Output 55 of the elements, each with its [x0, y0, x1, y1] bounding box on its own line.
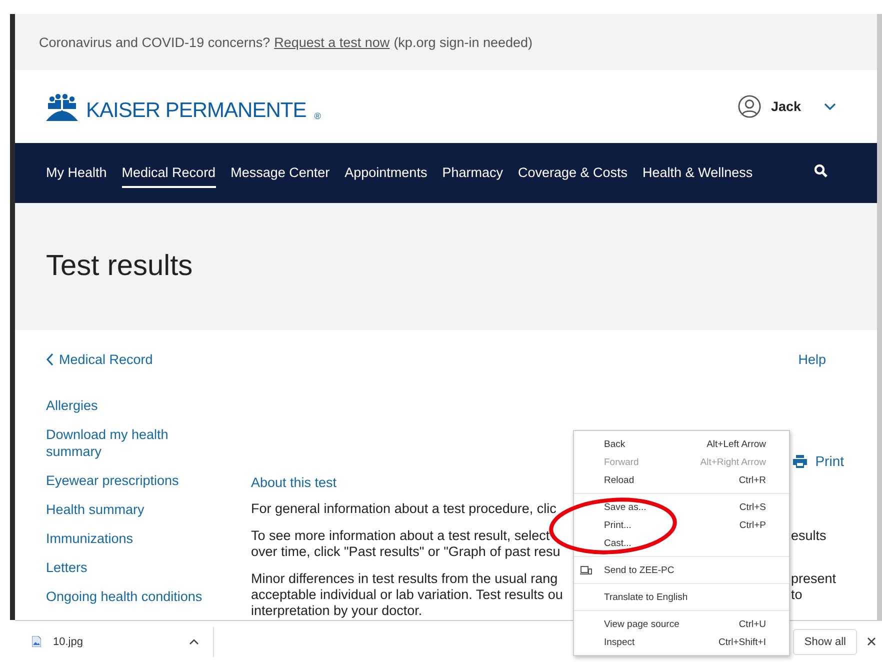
body-text: Minor differences in test results from the usual rang	[251, 571, 559, 587]
body-text: over time, click "Past results" or "Graph of past resu	[251, 544, 562, 560]
close-icon[interactable]	[867, 637, 876, 646]
body-text: present	[791, 571, 838, 587]
file-name: 10.jpg	[53, 636, 84, 648]
registered-mark: ®	[314, 110, 321, 120]
image-file-icon	[32, 636, 41, 647]
menu-item[interactable]: Translate to English	[574, 588, 789, 606]
sidebar-link[interactable]: Ongoing health conditions	[46, 588, 206, 605]
menu-item[interactable]: Reload Ctrl+R	[574, 471, 789, 489]
sidebar-link[interactable]: Letters	[46, 559, 206, 576]
caret-up-icon[interactable]	[189, 638, 199, 644]
menu-item[interactable]: Back Alt+Left Arrow	[574, 435, 789, 453]
chevron-down-icon[interactable]	[823, 102, 837, 112]
nav-tab[interactable]: Message Center	[230, 158, 330, 188]
menu-item[interactable]: Cast...	[574, 534, 789, 552]
menu-item[interactable]: Save as... Ctrl+S	[574, 498, 789, 516]
menu-item[interactable]: Inspect Ctrl+Shift+I	[574, 633, 789, 651]
logo-text: KAISER PERMANENTE	[86, 100, 306, 120]
banner-note: (kp.org sign-in needed)	[394, 34, 533, 50]
search-icon[interactable]	[814, 164, 828, 178]
print-link[interactable]: Print	[793, 453, 844, 469]
nav-tab[interactable]: My Health	[46, 158, 107, 188]
nav-tab[interactable]: Medical Record	[122, 158, 216, 188]
body-text: To see more information about a test result, select	[251, 528, 551, 544]
devices-icon	[580, 566, 592, 574]
nav-tab[interactable]: Appointments	[344, 158, 428, 188]
page-title: Test results	[46, 250, 193, 283]
people-logo-icon	[46, 92, 78, 120]
body-text: to	[791, 587, 804, 603]
sidebar-link[interactable]: Allergies	[46, 397, 206, 414]
breadcrumb-link[interactable]: Medical Record	[59, 352, 153, 367]
sidebar-link[interactable]: Immunizations	[46, 530, 206, 547]
body-text: interpretation by your doctor.	[251, 603, 424, 619]
help-link[interactable]: Help	[798, 352, 826, 367]
user-avatar-icon[interactable]	[738, 95, 761, 118]
request-test-link[interactable]: Request a test now	[274, 34, 390, 50]
user-name[interactable]: Jack	[770, 99, 801, 114]
sidebar-link[interactable]: Download my health summary	[46, 426, 206, 460]
show-all-button[interactable]: Show all	[793, 628, 857, 654]
printer-icon	[793, 454, 808, 468]
nav-tab[interactable]: Pharmacy	[442, 158, 503, 188]
menu-item[interactable]: Print... Ctrl+P	[574, 516, 789, 534]
sidebar-link[interactable]: Health summary	[46, 501, 206, 518]
body-text: acceptable individual or lab variation. Test results ou	[251, 587, 564, 603]
banner-text: Coronavirus and COVID-19 concerns?	[39, 34, 270, 50]
sidebar-link[interactable]: Eyewear prescriptions	[46, 472, 206, 489]
nav-tab[interactable]: Health & Wellness	[642, 158, 753, 188]
menu-item[interactable]: View page source Ctrl+U	[574, 615, 789, 633]
menu-item[interactable]: Send to ZEE-PC	[574, 561, 789, 579]
body-text: For general information about a test procedure, clic	[251, 501, 558, 517]
chevron-left-icon[interactable]	[46, 353, 54, 366]
body-text: esults	[791, 528, 828, 544]
nav-tab[interactable]: Coverage & Costs	[518, 158, 628, 188]
section-link[interactable]: About this test	[251, 475, 337, 490]
